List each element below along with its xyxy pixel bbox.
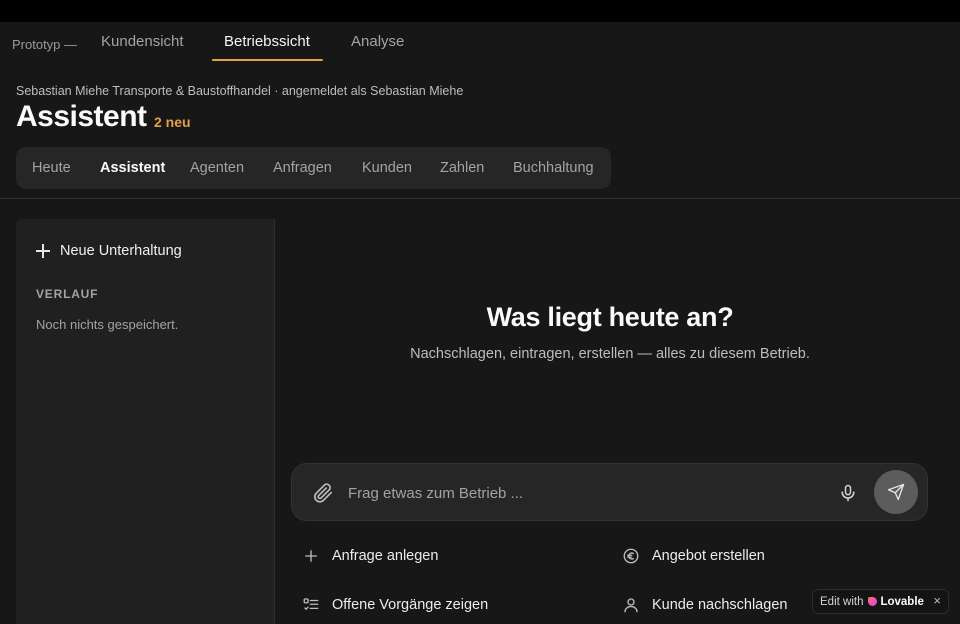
action-angebot-erstellen[interactable]: Angebot erstellen xyxy=(622,547,765,565)
tab-anfragen[interactable]: Anfragen xyxy=(273,160,332,176)
divider xyxy=(0,198,960,199)
company-info: Sebastian Miehe Transporte & Baustoffhan… xyxy=(16,84,464,98)
action-label: Angebot erstellen xyxy=(652,548,765,564)
tab-kunden[interactable]: Kunden xyxy=(362,160,412,176)
top-strip xyxy=(0,0,960,22)
tab-kundensicht[interactable]: Kundensicht xyxy=(101,33,184,50)
plus-icon xyxy=(305,550,317,562)
lovable-badge[interactable]: Edit with Lovable × xyxy=(812,589,949,614)
action-label: Offene Vorgänge zeigen xyxy=(332,597,489,613)
edit-with-label: Edit with xyxy=(820,595,864,608)
active-tab-indicator xyxy=(212,59,323,61)
user-icon xyxy=(624,598,638,613)
list-check-icon xyxy=(303,598,319,611)
tab-assistent[interactable]: Assistent xyxy=(100,160,165,176)
action-label: Kunde nachschlagen xyxy=(652,597,788,613)
lovable-brand-name: Lovable xyxy=(880,595,924,608)
welcome-headline: Was liegt heute an? xyxy=(486,302,734,332)
close-icon[interactable]: × xyxy=(933,593,941,608)
send-button[interactable] xyxy=(874,470,918,514)
history-empty-state: Noch nichts gespeichert. xyxy=(36,317,179,332)
lovable-logo: Lovable xyxy=(868,595,924,608)
chat-input[interactable] xyxy=(348,480,818,506)
prototype-label: Prototyp — xyxy=(12,37,78,52)
heart-icon xyxy=(868,597,878,606)
tab-zahlen[interactable]: Zahlen xyxy=(440,160,484,176)
conversation-sidebar: Neue Unterhaltung VERLAUF Noch nichts ge… xyxy=(16,219,275,624)
plus-icon xyxy=(36,244,50,258)
page-title: Assistent xyxy=(16,100,147,133)
send-icon xyxy=(887,483,905,501)
welcome-subline: Nachschlagen, eintragen, erstellen — all… xyxy=(410,346,810,362)
chat-composer xyxy=(291,463,928,521)
tab-buchhaltung[interactable]: Buchhaltung xyxy=(513,160,594,176)
microphone-icon[interactable] xyxy=(838,482,858,504)
new-count-badge: 2 neu xyxy=(154,114,191,130)
tab-analyse[interactable]: Analyse xyxy=(351,33,404,50)
new-conversation-button[interactable]: Neue Unterhaltung xyxy=(36,241,182,261)
history-heading: VERLAUF xyxy=(36,287,99,301)
tab-agenten[interactable]: Agenten xyxy=(190,160,244,176)
tab-heute[interactable]: Heute xyxy=(32,160,71,176)
section-tabs: Heute Assistent Agenten Anfragen Kunden … xyxy=(16,147,611,189)
action-kunde-nachschlagen[interactable]: Kunde nachschlagen xyxy=(622,596,787,614)
action-offene-vorgaenge[interactable]: Offene Vorgänge zeigen xyxy=(302,596,488,614)
action-label: Anfrage anlegen xyxy=(332,548,439,564)
action-anfrage-anlegen[interactable]: Anfrage anlegen xyxy=(302,547,438,565)
paperclip-icon[interactable] xyxy=(312,482,334,504)
tab-betriebssicht[interactable]: Betriebssicht xyxy=(224,33,310,50)
top-navigation: Prototyp — Kundensicht Betriebssicht Ana… xyxy=(0,22,960,62)
euro-icon xyxy=(623,548,639,564)
new-conversation-label: Neue Unterhaltung xyxy=(60,243,182,259)
